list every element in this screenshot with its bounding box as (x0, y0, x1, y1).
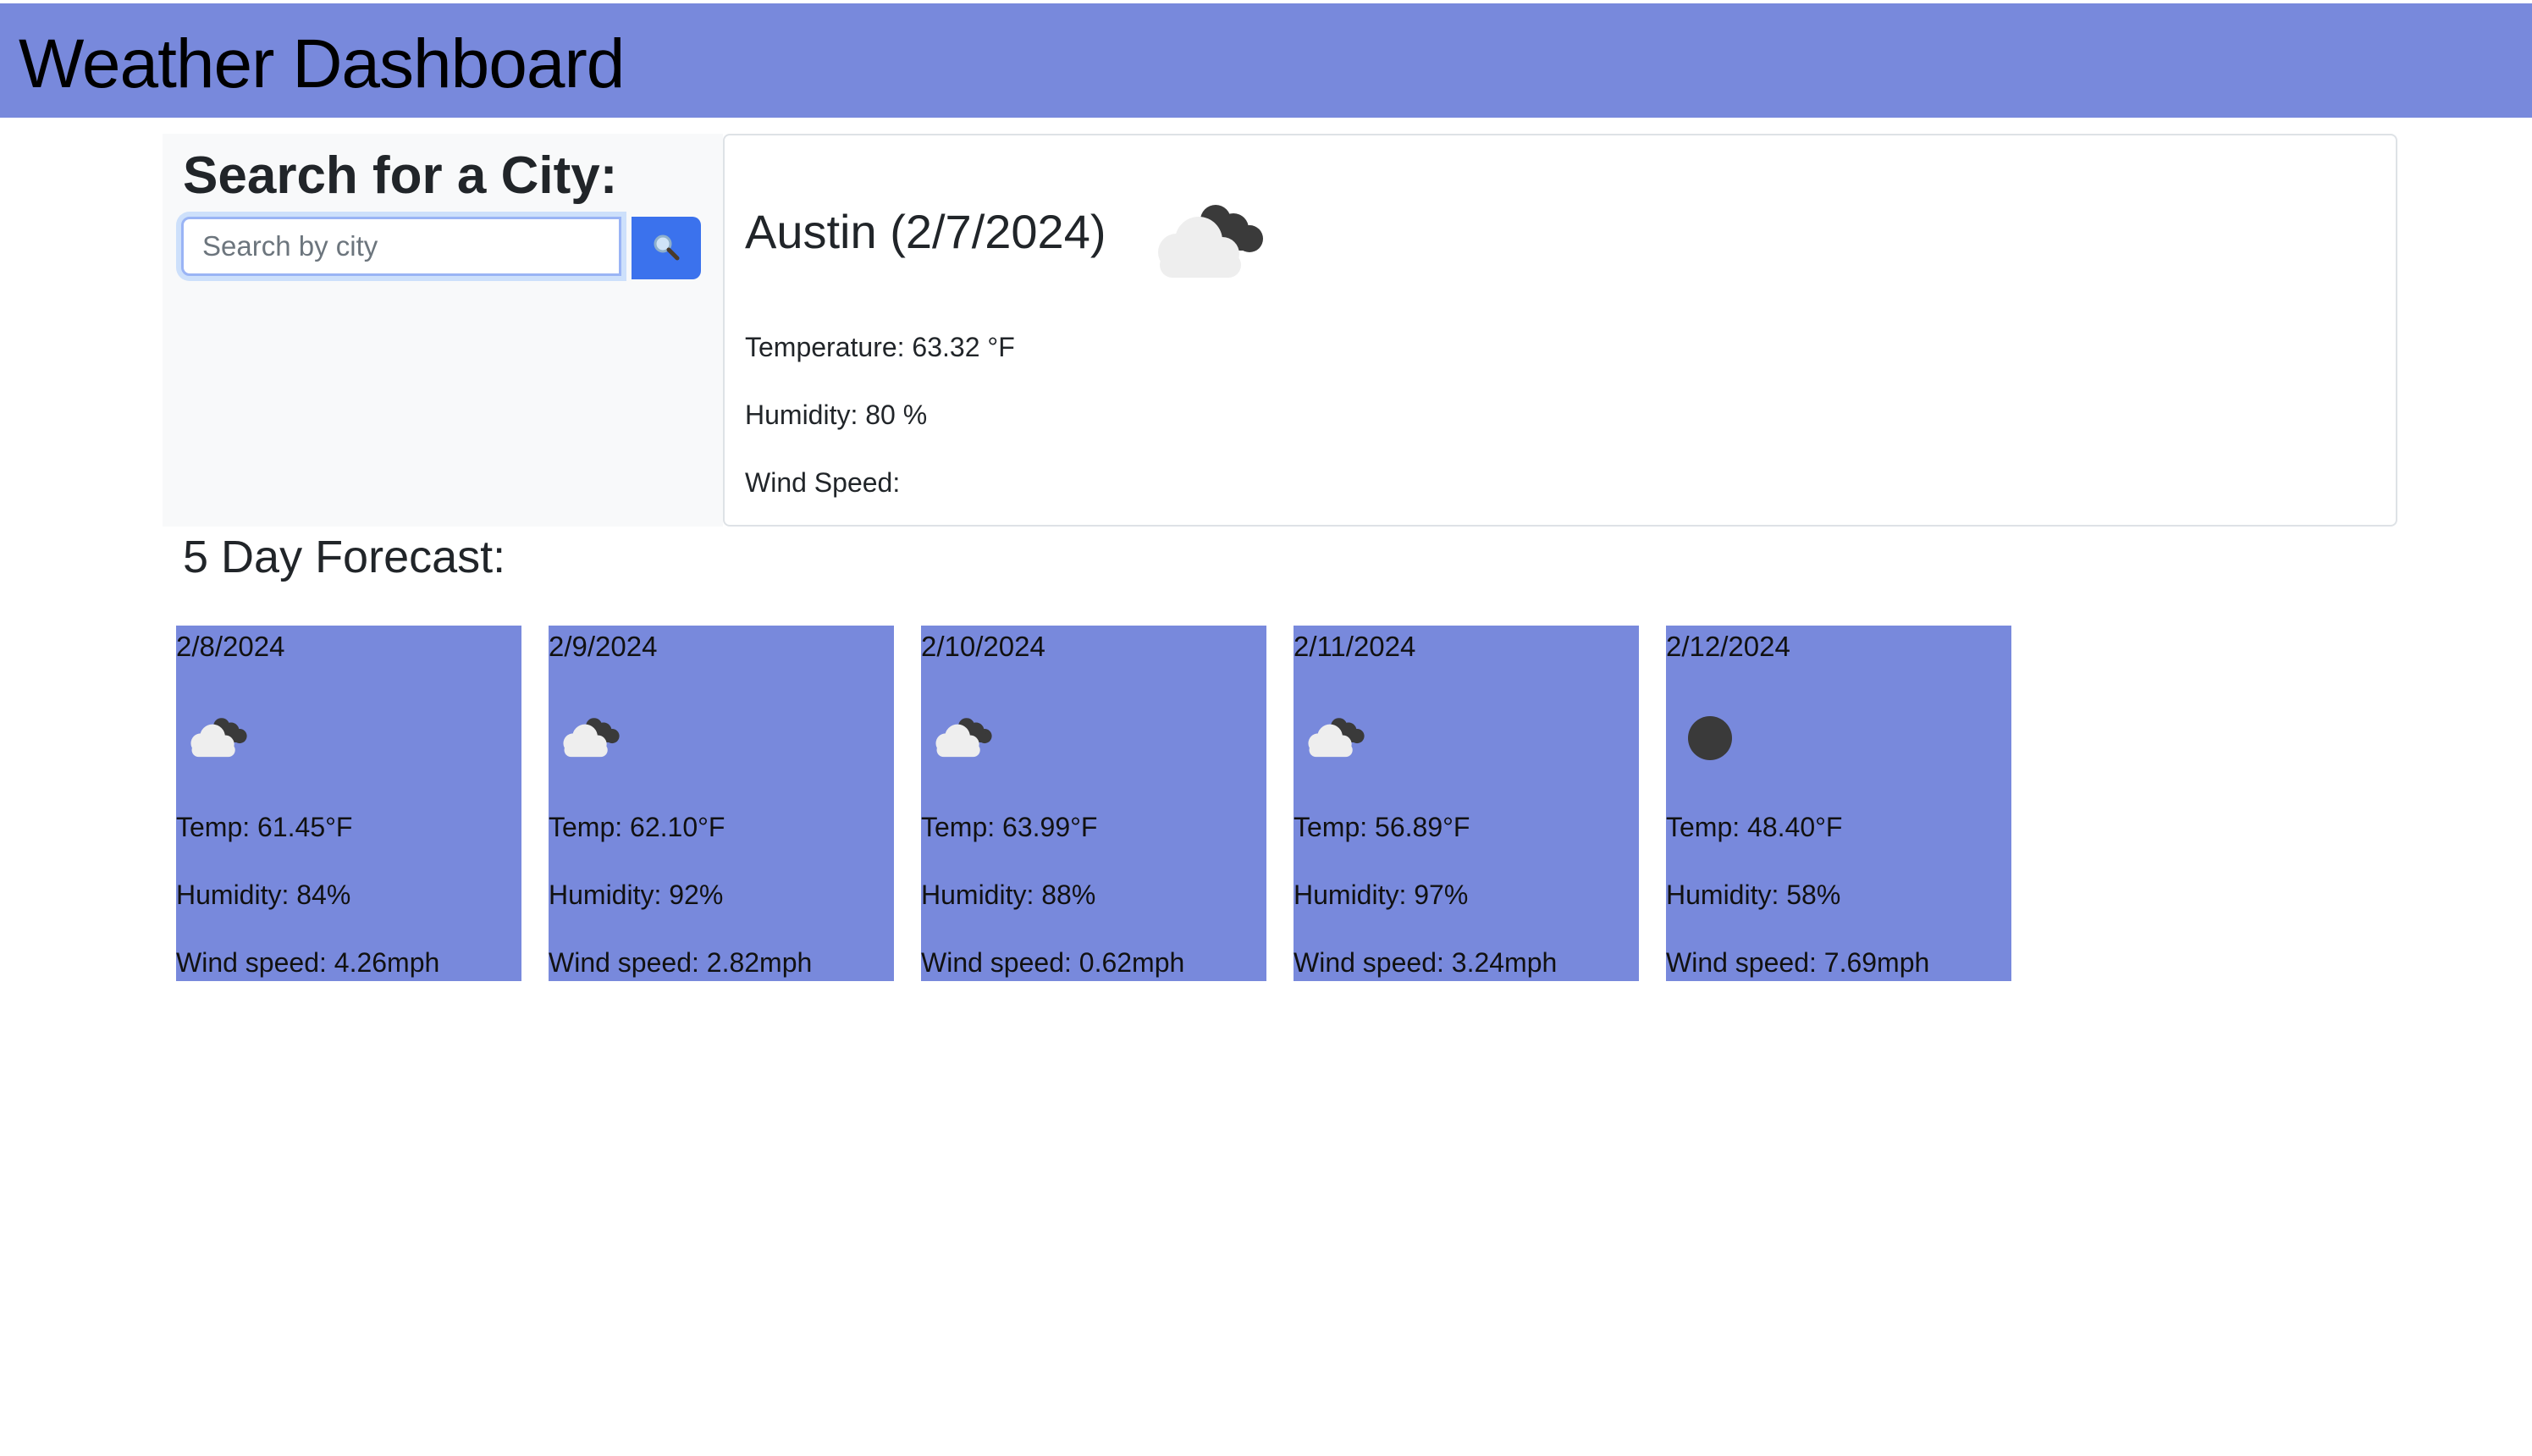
broken-clouds-icon (1302, 710, 1370, 761)
forecast-card: 2/12/2024 Temp: 48.40°F Humidity: 58% Wi… (1666, 626, 2011, 981)
current-city-date: Austin (2/7/2024) (745, 205, 1106, 258)
forecast-card: 2/8/2024 Temp: 61.45°F Humidity: 84% Win… (176, 626, 521, 981)
forecast-humidity: Humidity: 97% (1294, 880, 1469, 910)
current-wind-speed: Wind Speed: (745, 467, 901, 498)
forecast-temp: Temp: 63.99°F (921, 812, 1098, 842)
broken-clouds-icon (185, 710, 252, 761)
forecast-temp: Temp: 48.40°F (1666, 812, 1843, 842)
current-weather-panel: Austin (2/7/2024) Temperature: 63.32 °F … (723, 134, 2397, 527)
forecast-wind-speed: Wind speed: 3.24mph (1294, 947, 1558, 978)
forecast-wind-speed: Wind speed: 2.82mph (549, 947, 813, 978)
search-input[interactable] (181, 217, 621, 276)
forecast-card: 2/9/2024 Temp: 62.10°F Humidity: 92% Win… (549, 626, 894, 981)
forecast-temp: Temp: 61.45°F (176, 812, 353, 842)
forecast-date: 2/11/2024 (1294, 631, 1416, 662)
page-header: Weather Dashboard (0, 3, 2532, 118)
broken-clouds-icon (557, 710, 625, 761)
forecast-temp: Temp: 62.10°F (549, 812, 725, 842)
forecast-card: 2/11/2024 Temp: 56.89°F Humidity: 97% Wi… (1294, 626, 1639, 981)
weather-dashboard-page: Weather Dashboard Search for a City: Aus… (0, 0, 2532, 1456)
forecast-wind-speed: Wind speed: 0.62mph (921, 947, 1185, 978)
forecast-humidity: Humidity: 88% (921, 880, 1096, 910)
search-icon (652, 233, 681, 264)
forecast-card: 2/10/2024 Temp: 63.99°F Humidity: 88% Wi… (921, 626, 1266, 981)
broken-clouds-icon (930, 710, 997, 761)
forecast-humidity: Humidity: 92% (549, 880, 724, 910)
forecast-date: 2/8/2024 (176, 631, 285, 662)
search-button[interactable] (632, 217, 701, 279)
forecast-wind-speed: Wind speed: 4.26mph (176, 947, 440, 978)
broken-clouds-icon (1146, 191, 1273, 284)
search-heading: Search for a City: (183, 146, 618, 205)
forecast-date: 2/9/2024 (549, 631, 658, 662)
forecast-heading: 5 Day Forecast: (183, 532, 506, 582)
overcast-clouds-icon (1674, 710, 1742, 761)
forecast-temp: Temp: 56.89°F (1294, 812, 1470, 842)
current-temperature: Temperature: 63.32 °F (745, 332, 1015, 362)
forecast-humidity: Humidity: 58% (1666, 880, 1841, 910)
forecast-humidity: Humidity: 84% (176, 880, 351, 910)
page-title: Weather Dashboard (19, 25, 625, 102)
search-panel: Search for a City: (163, 134, 723, 527)
forecast-wind-speed: Wind speed: 7.69mph (1666, 947, 1930, 978)
current-humidity: Humidity: 80 % (745, 400, 928, 430)
forecast-date: 2/10/2024 (921, 631, 1045, 662)
forecast-date: 2/12/2024 (1666, 631, 1790, 662)
